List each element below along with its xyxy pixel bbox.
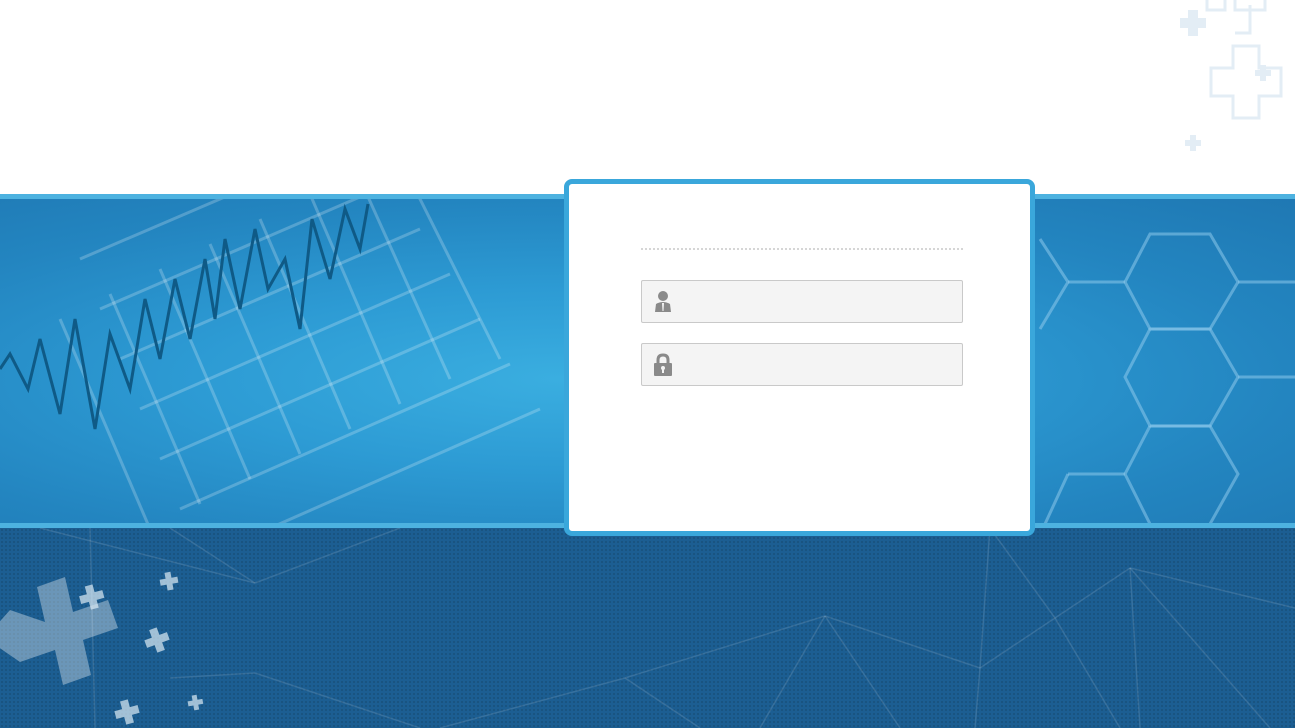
- username-input[interactable]: [682, 281, 958, 322]
- user-icon: [655, 291, 671, 312]
- login-page: [0, 0, 1295, 728]
- password-input[interactable]: [682, 344, 958, 385]
- header-area: [0, 0, 1295, 194]
- footer-decoration: [0, 528, 1295, 728]
- password-field[interactable]: [641, 343, 963, 386]
- dotted-divider: [641, 248, 963, 250]
- lock-icon: [654, 353, 672, 376]
- login-card: [564, 179, 1035, 536]
- medical-cross-decoration: [1180, 0, 1283, 151]
- username-field[interactable]: [641, 280, 963, 323]
- footer-area: [0, 528, 1295, 728]
